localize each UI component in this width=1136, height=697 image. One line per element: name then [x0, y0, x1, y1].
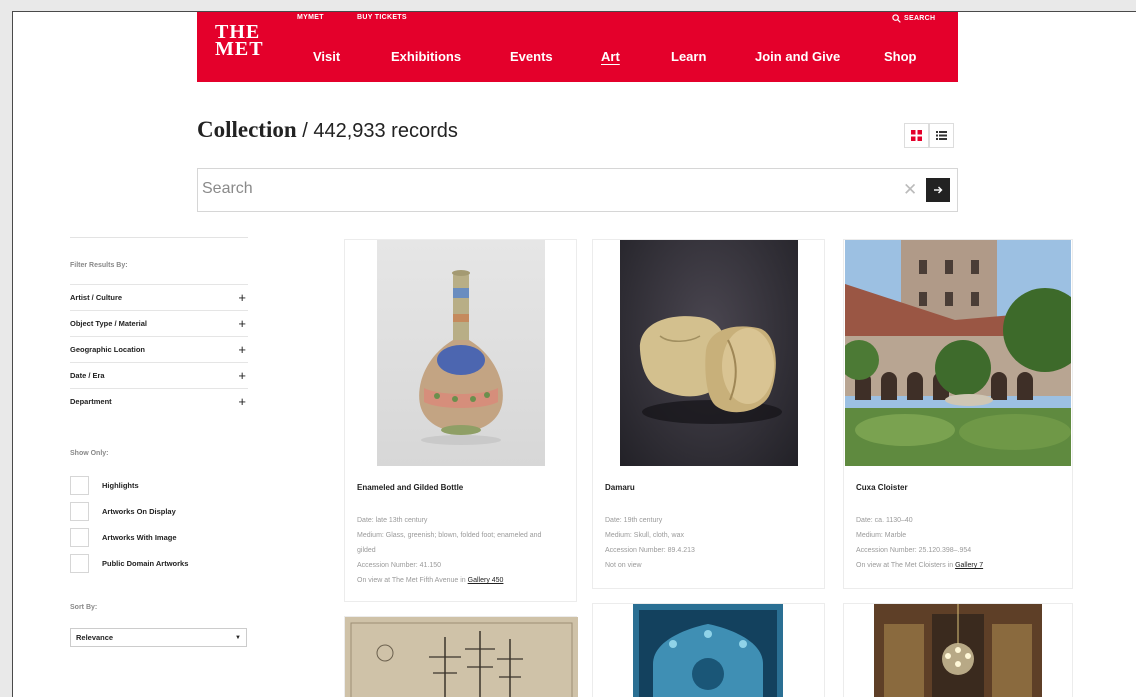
checkbox-public-domain[interactable]: Public Domain Artworks — [70, 550, 248, 576]
list-icon — [936, 131, 947, 140]
artwork-meta: Date: 19th century Medium: Skull, cloth,… — [605, 517, 695, 569]
buy-tickets-link[interactable]: BUY TICKETS — [357, 14, 407, 21]
nav-join-and-give[interactable]: Join and Give — [755, 49, 840, 64]
arrow-right-icon — [934, 186, 943, 194]
grid-view-button[interactable] — [904, 123, 929, 148]
artwork-image-room[interactable] — [874, 604, 1042, 697]
cloister-image — [845, 240, 1071, 466]
mymet-link[interactable]: MYMET — [297, 14, 324, 21]
search-submit-button[interactable] — [926, 178, 950, 202]
nav-exhibitions[interactable]: Exhibitions — [391, 49, 461, 64]
show-only-heading: Show Only: — [70, 450, 109, 457]
filter-heading: Filter Results By: — [70, 262, 128, 269]
view-toggle — [904, 123, 954, 148]
artwork-image-bottle[interactable] — [377, 240, 545, 466]
met-logo[interactable]: THE MET — [215, 22, 264, 59]
nav-shop[interactable]: Shop — [884, 49, 917, 64]
gallery-link[interactable]: Gallery 450 — [468, 577, 504, 584]
artwork-image-damaru[interactable] — [620, 240, 798, 466]
plus-icon: + — [238, 342, 246, 357]
grid-icon — [911, 130, 922, 141]
checkbox[interactable] — [70, 475, 89, 495]
list-view-button[interactable] — [929, 123, 954, 148]
plus-icon: + — [238, 368, 246, 383]
artwork-image-tile[interactable] — [633, 604, 783, 697]
artwork-card[interactable]: Enameled and Gilded Bottle Date: late 13… — [344, 239, 577, 602]
artwork-title[interactable]: Cuxa Cloister — [856, 483, 908, 492]
filter-date-era[interactable]: Date / Era + — [70, 362, 248, 388]
artwork-title[interactable]: Enameled and Gilded Bottle — [357, 483, 463, 492]
filter-object-type[interactable]: Object Type / Material + — [70, 310, 248, 336]
nav-art[interactable]: Art — [601, 49, 620, 64]
filter-department[interactable]: Department + — [70, 388, 248, 414]
plus-icon: + — [238, 394, 246, 409]
tile-image — [633, 604, 783, 697]
artwork-card[interactable] — [843, 603, 1073, 697]
artwork-meta: Date: late 13th century Medium: Glass, g… — [357, 517, 542, 584]
damaru-image — [639, 316, 782, 424]
artwork-meta: Date: ca. 1130–40 Medium: Marble Accessi… — [856, 517, 984, 569]
sidebar-divider — [70, 237, 248, 238]
header-search-link[interactable]: SEARCH — [892, 14, 935, 23]
site-header: THE MET MYMET BUY TICKETS SEARCH Visit E… — [197, 12, 958, 82]
artwork-image-cloister[interactable] — [845, 240, 1071, 466]
nav-events[interactable]: Events — [510, 49, 553, 64]
bottle-image — [419, 270, 503, 445]
checkbox-highlights[interactable]: Highlights — [70, 472, 248, 498]
record-count: 442,933 records — [313, 120, 458, 142]
search-input[interactable] — [202, 169, 852, 209]
artwork-card[interactable]: Cuxa Cloister Date: ca. 1130–40 Medium: … — [843, 239, 1073, 589]
checkbox-with-image[interactable]: Artworks With Image — [70, 524, 248, 550]
caret-down-icon: ▼ — [235, 634, 241, 641]
search-icon — [892, 14, 901, 23]
artwork-title[interactable]: Damaru — [605, 483, 635, 492]
filter-geographic-location[interactable]: Geographic Location + — [70, 336, 248, 362]
collection-search: ✕ — [197, 168, 958, 212]
browser-viewport: THE MET MYMET BUY TICKETS SEARCH Visit E… — [12, 11, 1136, 697]
nav-learn[interactable]: Learn — [671, 49, 706, 64]
sort-heading: Sort By: — [70, 604, 98, 611]
page-title: Collection / 442,933 records — [197, 117, 458, 142]
gallery-link[interactable]: Gallery 7 — [955, 562, 983, 569]
filter-sidebar: Filter Results By: Artist / Culture + Obj… — [70, 237, 248, 647]
period-room-image — [874, 604, 1042, 697]
plus-icon: + — [238, 316, 246, 331]
artwork-image-ship-drawing[interactable] — [345, 617, 578, 697]
sort-select[interactable]: Relevance ▼ — [70, 628, 247, 647]
ship-drawing-image — [345, 617, 578, 697]
filter-artist-culture[interactable]: Artist / Culture + — [70, 284, 248, 310]
checkbox[interactable] — [70, 501, 89, 521]
checkbox[interactable] — [70, 553, 89, 573]
checkbox[interactable] — [70, 527, 89, 547]
artwork-card[interactable] — [344, 616, 578, 697]
artwork-card[interactable] — [592, 603, 825, 697]
checkbox-on-display[interactable]: Artworks On Display — [70, 498, 248, 524]
clear-icon[interactable]: ✕ — [903, 180, 917, 200]
artwork-card[interactable]: Damaru Date: 19th century Medium: Skull,… — [592, 239, 825, 589]
nav-visit[interactable]: Visit — [313, 49, 340, 64]
plus-icon: + — [238, 290, 246, 305]
